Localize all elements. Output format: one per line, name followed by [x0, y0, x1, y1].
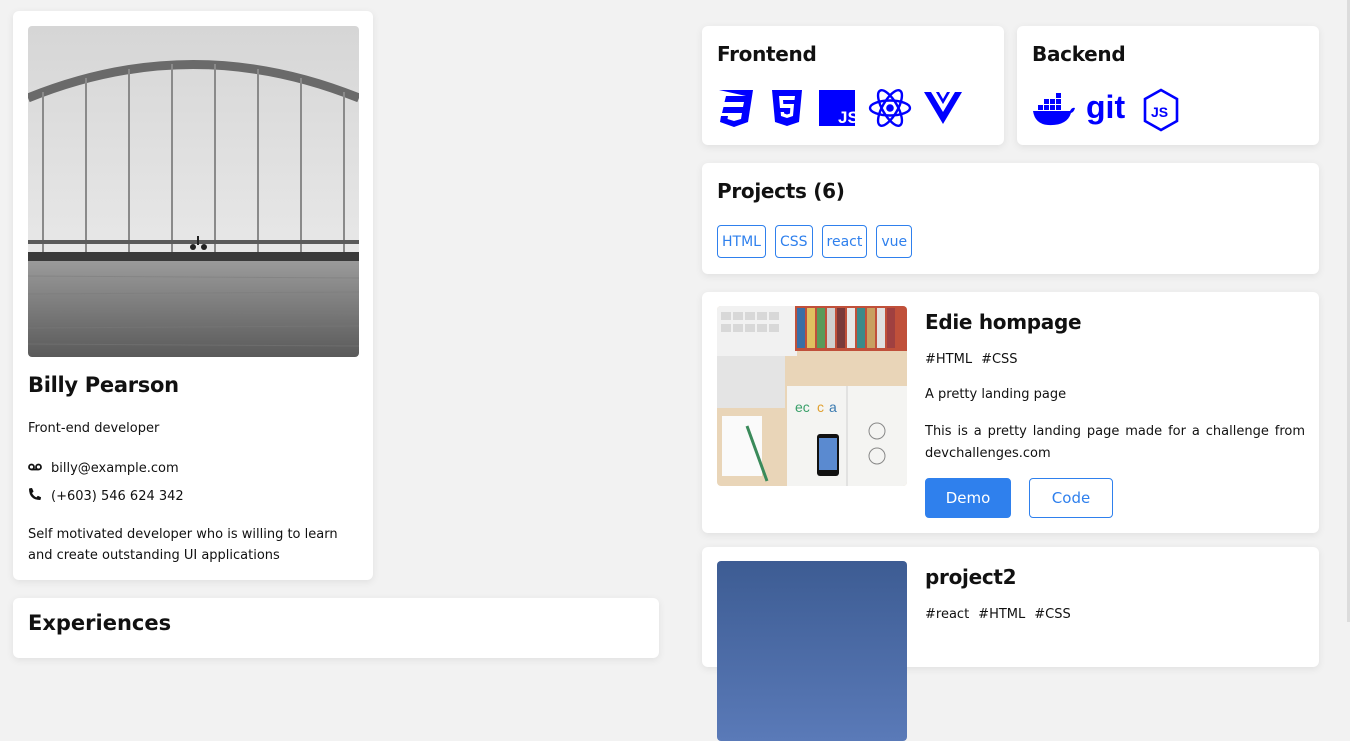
- project-thumbnail: [717, 561, 907, 741]
- profile-bio: Self motivated developer who is willing …: [28, 527, 338, 563]
- project-tag: #HTML: [978, 607, 1026, 622]
- backend-icons: git JS: [1032, 88, 1180, 136]
- project-title: project2: [925, 565, 1017, 589]
- profile-card: Billy Pearson Front-end developer billy@…: [13, 11, 373, 580]
- project-thumbnail: ec c a: [717, 306, 907, 486]
- react-icon: [868, 88, 912, 132]
- profile-name: Billy Pearson: [28, 373, 179, 397]
- css3-icon: [717, 88, 757, 132]
- voicemail-icon: [28, 461, 42, 476]
- demo-button[interactable]: Demo: [925, 478, 1011, 518]
- svg-text:c: c: [817, 399, 824, 415]
- email-row: billy@example.com: [28, 461, 179, 476]
- project-tag: #CSS: [981, 352, 1018, 367]
- project-tag: #react: [925, 607, 970, 622]
- phone-icon: [28, 487, 42, 505]
- svg-text:JS: JS: [1151, 104, 1168, 120]
- profile-phone[interactable]: (+603) 546 624 342: [51, 489, 184, 504]
- filter-vue[interactable]: vue: [876, 225, 913, 258]
- project-title: Edie hompage: [925, 310, 1082, 334]
- backend-skills-card: Backend git JS: [1017, 26, 1319, 145]
- svg-text:a: a: [829, 399, 837, 415]
- frontend-icons: JS: [717, 88, 963, 132]
- filter-html[interactable]: HTML: [717, 225, 766, 258]
- project-card: ec c a Edie hompage #HTML #CSS A pretty …: [702, 292, 1319, 533]
- profile-email[interactable]: billy@example.com: [51, 461, 179, 476]
- projects-card: Projects (6) HTML CSS react vue: [702, 163, 1319, 274]
- project-tags: #HTML #CSS: [925, 352, 1018, 367]
- git-icon: git: [1086, 89, 1132, 132]
- experience-card: Experiences: [13, 598, 659, 658]
- code-button[interactable]: Code: [1029, 478, 1113, 518]
- vue-icon: [923, 90, 963, 130]
- html5-icon: [768, 88, 806, 132]
- javascript-icon: JS: [817, 88, 859, 132]
- phone-row: (+603) 546 624 342: [28, 487, 184, 505]
- project-tag: #CSS: [1034, 607, 1071, 622]
- svg-text:ec: ec: [795, 399, 810, 415]
- backend-title: Backend: [1032, 42, 1126, 66]
- experience-title: Experiences: [28, 611, 172, 635]
- project-text: This is a pretty landing page made for a…: [925, 424, 1305, 461]
- project-card: project2 #react #HTML #CSS: [702, 547, 1319, 741]
- filter-css[interactable]: CSS: [774, 225, 813, 258]
- project-description: A pretty landing page: [925, 387, 1067, 402]
- frontend-title: Frontend: [717, 42, 817, 66]
- projects-title: Projects (6): [717, 179, 845, 203]
- profile-role: Front-end developer: [28, 421, 160, 436]
- filter-react[interactable]: react: [821, 225, 868, 258]
- frontend-skills-card: Frontend JS: [702, 26, 1004, 145]
- svg-text:JS: JS: [838, 108, 857, 127]
- profile-photo: [28, 26, 359, 357]
- nodejs-icon: JS: [1142, 88, 1180, 136]
- project-tag: #HTML: [925, 352, 973, 367]
- project-filters: HTML CSS react vue: [717, 225, 913, 258]
- project-tags: #react #HTML #CSS: [925, 607, 1071, 622]
- docker-icon: [1032, 93, 1076, 131]
- svg-text:git: git: [1086, 92, 1125, 125]
